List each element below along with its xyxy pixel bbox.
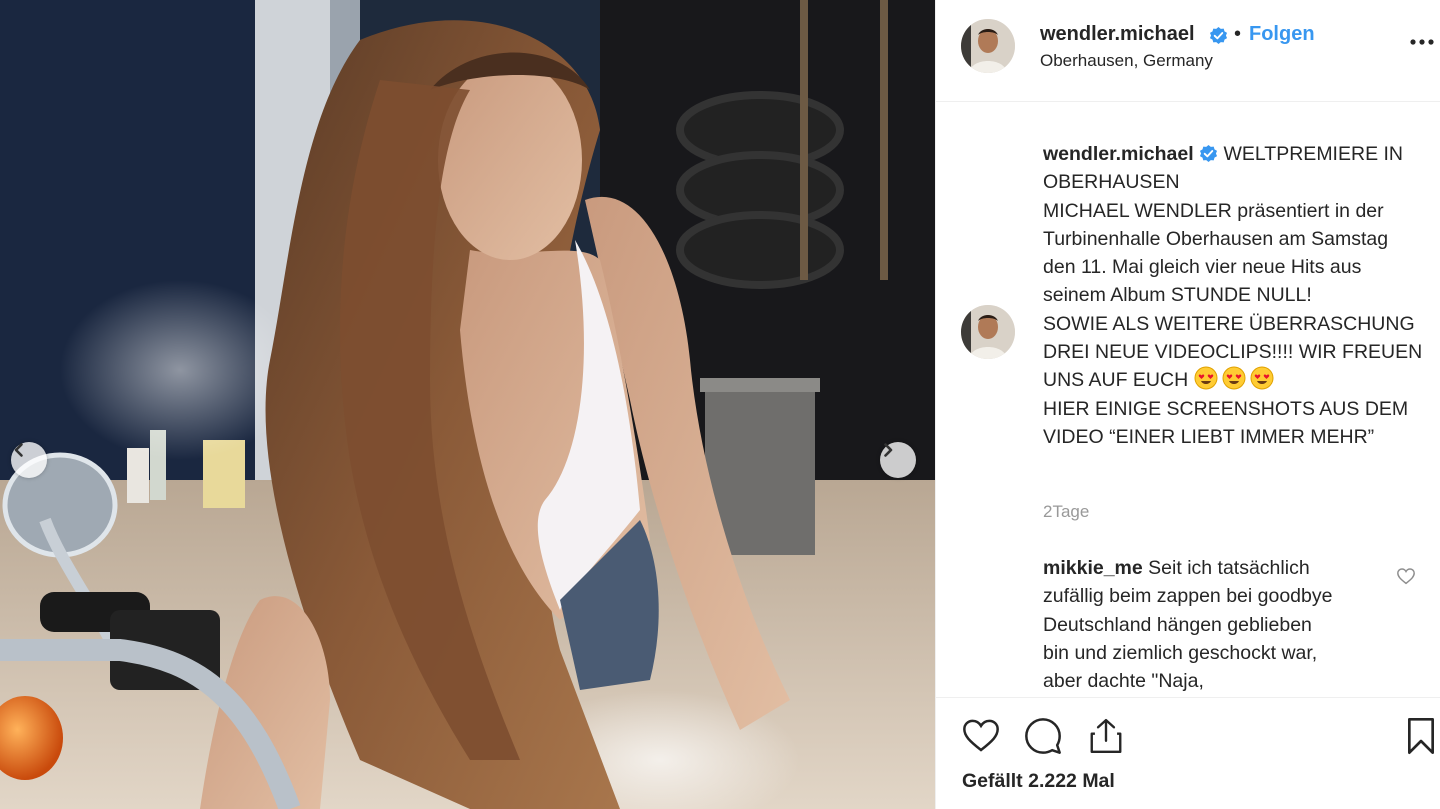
carousel-prev-button[interactable] <box>11 442 47 478</box>
heart-eyes-emoji <box>1250 366 1274 390</box>
avatar-image <box>961 19 1015 73</box>
post-timestamp[interactable]: 2Tage <box>1043 502 1089 522</box>
post-photo <box>0 0 935 809</box>
heart-eyes-emoji <box>1222 366 1246 390</box>
carousel-next-button[interactable] <box>880 442 916 478</box>
heart-eyes-emoji <box>1194 366 1218 390</box>
caption-avatar[interactable] <box>961 305 1015 359</box>
heart-icon[interactable] <box>961 716 1001 754</box>
comments-list[interactable]: wendler.michael WELTPREMIERE IN OBERHAUS… <box>936 102 1440 697</box>
post-header: wendler.michael • Folgen Oberhausen, Ger… <box>936 0 1440 102</box>
more-options-icon[interactable] <box>1408 32 1436 52</box>
caption-line-4: HIER EINIGE SCREENSHOTS AUS DEM VIDEO “E… <box>1043 397 1409 448</box>
header-username[interactable]: wendler.michael <box>1040 23 1195 46</box>
likes-count[interactable]: Gefällt 2.222 Mal <box>962 770 1115 793</box>
post-caption: wendler.michael WELTPREMIERE IN OBERHAUS… <box>1043 140 1423 451</box>
post-sidebar: wendler.michael • Folgen Oberhausen, Ger… <box>935 0 1440 809</box>
follow-button[interactable]: Folgen <box>1249 23 1315 46</box>
avatar-image <box>961 305 1015 359</box>
chevron-right-icon <box>884 443 893 457</box>
avatar[interactable] <box>961 19 1015 73</box>
post-actions: Gefällt 2.222 Mal <box>936 697 1440 809</box>
caption-line-2: MICHAEL WENDLER präsentiert in der Turbi… <box>1043 199 1389 307</box>
verified-badge-icon <box>1200 144 1218 163</box>
location-link[interactable]: Oberhausen, Germany <box>1040 51 1213 71</box>
post-media[interactable] <box>0 0 935 809</box>
header-separator: • <box>1234 23 1242 45</box>
bookmark-icon[interactable] <box>1404 716 1438 756</box>
caption-username[interactable]: wendler.michael <box>1043 143 1194 165</box>
share-icon[interactable] <box>1087 716 1125 756</box>
comment-icon[interactable] <box>1023 716 1063 756</box>
comment-item: mikkie_me Seit ich tatsächlich zufällig … <box>1043 554 1333 695</box>
chevron-left-icon <box>14 443 23 457</box>
verified-badge-icon <box>1209 26 1228 45</box>
comment-username[interactable]: mikkie_me <box>1043 557 1143 579</box>
comment-like-heart-icon[interactable] <box>1396 567 1416 585</box>
